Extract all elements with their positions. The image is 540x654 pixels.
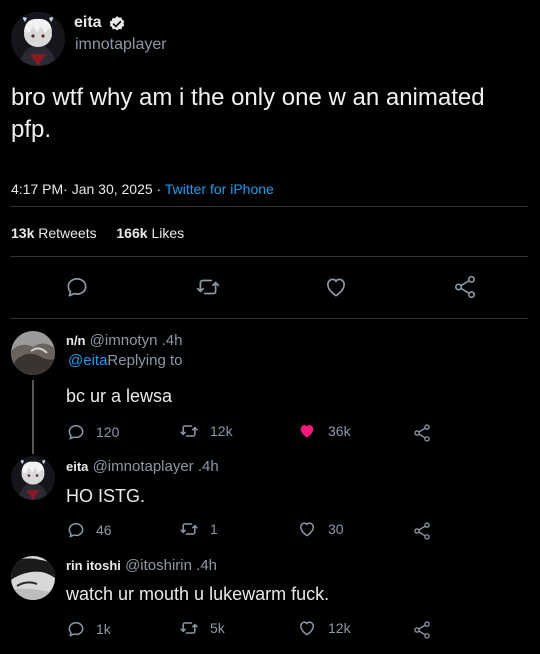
like-button[interactable]: 30	[296, 519, 344, 539]
handle[interactable]: imnotaplayer	[75, 36, 167, 54]
share-icon[interactable]	[412, 520, 432, 542]
reply-time[interactable]: .4h	[196, 557, 217, 574]
like-count: 12k	[328, 620, 351, 636]
like-icon	[296, 519, 318, 539]
reply-button[interactable]: 1k	[66, 619, 111, 639]
share-icon[interactable]	[412, 619, 432, 641]
like-button[interactable]: 12k	[296, 618, 351, 638]
retweets-label: Retweets	[38, 225, 97, 241]
replying-to: @eitaReplying to	[68, 352, 182, 369]
reply-header: n/n @imnotyn .4h	[66, 332, 182, 349]
reply-button[interactable]: 46	[66, 520, 112, 540]
like-icon[interactable]	[323, 274, 349, 300]
reply-header: eita @imnotaplayer .4h	[66, 458, 219, 475]
retweet-button[interactable]: 5k	[178, 618, 225, 638]
reply-count: 46	[96, 522, 112, 538]
reply-header: rin itoshi @itoshirin .4h	[66, 557, 217, 574]
reply-text: HO ISTG.	[66, 486, 146, 506]
retweet-button[interactable]: 12k	[178, 421, 233, 441]
share-icon[interactable]	[412, 422, 432, 444]
tweet-text: bro wtf why am i the only one w an anima…	[11, 84, 485, 143]
handle[interactable]: @itoshirin	[125, 557, 192, 574]
avatar[interactable]	[11, 456, 55, 500]
retweets-stat[interactable]: 13k Retweets	[11, 225, 101, 241]
tweet-time[interactable]: 4:17 PM·	[11, 181, 68, 197]
reply-icon	[66, 619, 86, 639]
replying-mention[interactable]: @eita	[68, 352, 107, 369]
like-icon	[296, 618, 318, 638]
divider	[10, 256, 528, 257]
display-name[interactable]: eita	[74, 14, 102, 32]
retweet-icon	[178, 618, 200, 638]
like-icon	[296, 421, 318, 441]
avatar[interactable]	[11, 331, 55, 375]
retweet-icon	[178, 519, 200, 539]
retweet-count: 1	[210, 521, 218, 537]
likes-stat[interactable]: 166k Likes	[116, 225, 184, 241]
divider	[10, 318, 528, 319]
reply-time[interactable]: .4h	[198, 458, 219, 475]
thread-line	[32, 380, 34, 454]
reply-button[interactable]: 120	[66, 422, 119, 442]
handle[interactable]: @imnotyn	[90, 332, 158, 349]
reply-icon	[66, 520, 86, 540]
tweet-source[interactable]: Twitter for iPhone	[165, 181, 274, 197]
retweets-count: 13k	[11, 225, 35, 241]
like-count: 30	[328, 521, 344, 537]
reply-count: 1k	[96, 621, 111, 637]
display-name[interactable]: n/n	[66, 333, 86, 348]
reply-time[interactable]: .4h	[162, 332, 183, 349]
share-icon[interactable]	[452, 273, 478, 301]
replying-label: Replying to	[107, 352, 183, 369]
reply-icon[interactable]	[64, 274, 90, 300]
likes-label: Likes	[151, 225, 185, 241]
likes-count: 166k	[116, 225, 148, 241]
retweet-button[interactable]: 1	[178, 519, 218, 539]
tweet-date[interactable]: Jan 30, 2025 ·	[72, 181, 162, 197]
reply-text: bc ur a lewsa	[66, 386, 173, 406]
retweet-icon	[178, 421, 200, 441]
reply-icon	[66, 422, 86, 442]
retweet-count: 12k	[210, 423, 233, 439]
retweet-count: 5k	[210, 620, 225, 636]
handle[interactable]: @imnotaplayer	[93, 458, 194, 475]
retweet-icon[interactable]	[194, 274, 222, 300]
tweet-meta: 4:17 PM· Jan 30, 2025 · Twitter for iPho…	[11, 181, 274, 197]
avatar[interactable]	[11, 556, 55, 600]
display-name[interactable]: eita	[66, 459, 88, 474]
tweet-stats: 13k Retweets 166k Likes	[11, 225, 184, 241]
verified-badge-icon	[108, 15, 126, 33]
like-button[interactable]: 36k	[296, 421, 351, 441]
reply-text: watch ur mouth u lukewarm fuck.	[66, 584, 330, 604]
avatar[interactable]	[11, 12, 65, 66]
divider	[10, 206, 528, 207]
display-name[interactable]: rin itoshi	[66, 558, 121, 573]
like-count: 36k	[328, 423, 351, 439]
reply-count: 120	[96, 424, 120, 440]
